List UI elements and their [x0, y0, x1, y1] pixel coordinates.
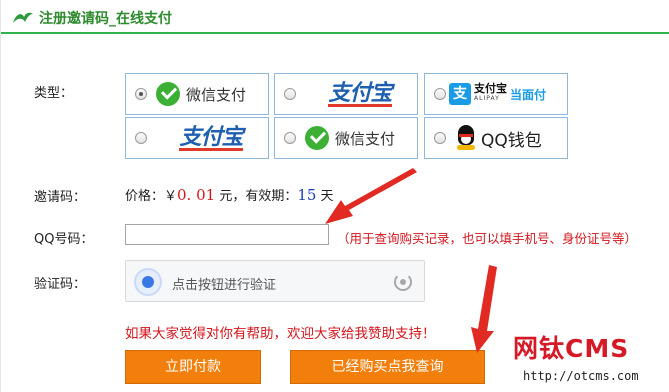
- watermark: 网钛CMS http://otcms.com: [513, 329, 663, 387]
- pay-option-qq-wallet[interactable]: QQ钱包: [424, 117, 568, 159]
- radio-button[interactable]: [135, 132, 147, 144]
- captcha-label: 验证码：: [34, 277, 87, 292]
- annotation-arrow-icon: [325, 168, 417, 224]
- alipay-sub-text: ALIPAY: [474, 95, 500, 102]
- alipay-icon: 支: [449, 83, 471, 105]
- pay-option-wechat[interactable]: 微信支付: [125, 73, 269, 115]
- price-prefix: 价格：￥: [125, 189, 178, 204]
- price-info: 价格：￥0. 01 元，有效期：15 天: [125, 185, 334, 204]
- radio-button[interactable]: [135, 88, 147, 100]
- radio-button[interactable]: [434, 88, 446, 100]
- radio-button[interactable]: [284, 88, 296, 100]
- pay-option-alipay-2[interactable]: 支付宝: [125, 117, 269, 159]
- price-unit: 元，有效期：: [215, 189, 298, 204]
- type-label: 类型：: [34, 86, 74, 101]
- query-purchase-button[interactable]: 已经购买点我查询: [290, 350, 485, 384]
- annotation-arrow-icon: [471, 265, 497, 353]
- page-title: 注册邀请码_在线支付: [39, 11, 172, 27]
- radio-button[interactable]: [284, 132, 296, 144]
- pay-option-label: 微信支付: [335, 129, 396, 148]
- qq-input-hint: （用于查询购买记录，也可以填手机号、身份证号等）: [337, 231, 638, 246]
- alipay-logo: 支付宝: [179, 123, 244, 151]
- payment-panel: 注册邀请码_在线支付 类型： 邀请码： QQ号码： 验证码： 微信支付 支付宝 …: [0, 0, 669, 392]
- leaf-logo-icon: [13, 12, 33, 23]
- pay-option-wechat-2[interactable]: 微信支付: [274, 117, 418, 159]
- captcha-widget[interactable]: 点击按钮进行验证: [125, 260, 425, 302]
- panel-header: 注册邀请码_在线支付: [1, 0, 669, 34]
- qq-penguin-icon: [455, 125, 477, 151]
- alipay-brand-text: 支付宝: [474, 82, 507, 95]
- pay-option-alipay-f2f[interactable]: 支 支付宝 ALIPAY 当面付: [424, 73, 568, 115]
- wechat-icon: [156, 82, 180, 106]
- alipay-logo: 支付宝: [328, 79, 393, 107]
- qq-number-label: QQ号码：: [34, 232, 94, 247]
- price-amount: 0. 01: [177, 186, 216, 204]
- pay-option-label: 微信支付: [186, 85, 247, 104]
- pay-option-alipay[interactable]: 支付宝: [274, 73, 418, 115]
- valid-days: 15: [297, 186, 317, 204]
- pay-now-button[interactable]: 立即付款: [125, 350, 261, 384]
- watermark-url: http://otcms.com: [523, 369, 639, 383]
- face-to-face-label: 当面付: [510, 87, 547, 102]
- wechat-icon: [305, 126, 329, 150]
- watermark-title: 网钛CMS: [513, 334, 630, 363]
- qq-number-input[interactable]: [125, 224, 329, 245]
- refresh-icon[interactable]: [394, 273, 412, 291]
- radio-button[interactable]: [434, 132, 446, 144]
- support-message: 如果大家觉得对你有帮助，欢迎大家给我赞助支持！: [125, 326, 436, 342]
- captcha-ring-icon: [134, 268, 162, 296]
- captcha-text: 点击按钮进行验证: [172, 278, 277, 293]
- pay-option-label: QQ钱包: [481, 130, 542, 151]
- invite-code-label: 邀请码：: [34, 190, 87, 205]
